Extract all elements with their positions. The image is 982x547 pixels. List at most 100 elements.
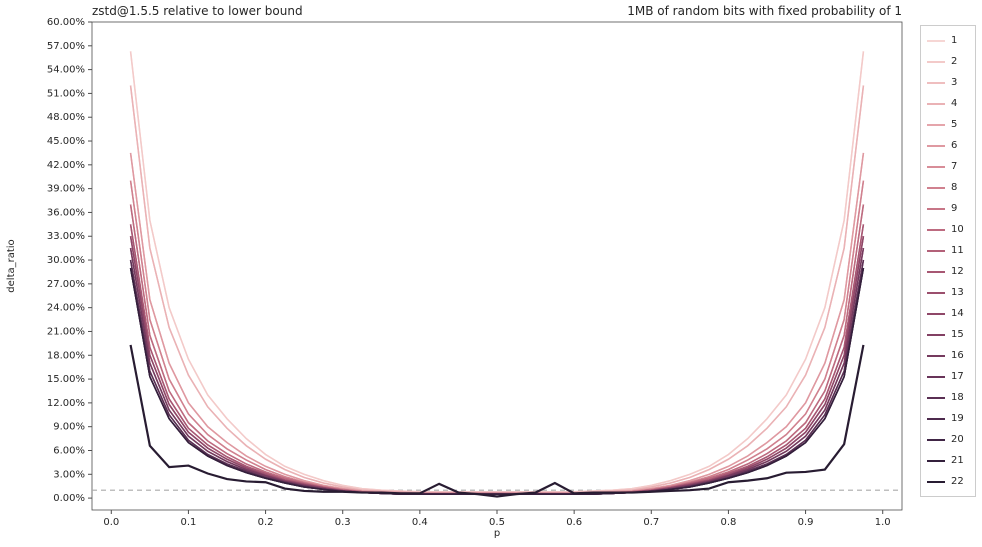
- legend-label: 17: [951, 371, 964, 382]
- y-tick-label: 42.00%: [47, 160, 85, 171]
- legend-label: 2: [951, 56, 957, 67]
- y-tick-label: 48.00%: [47, 112, 85, 123]
- legend-item-16: 16: [927, 345, 969, 366]
- legend-swatch: [927, 187, 945, 189]
- axes-spine: [92, 22, 902, 510]
- x-tick-label: 0.8: [720, 517, 736, 528]
- series-line-17: [131, 260, 864, 494]
- legend-item-5: 5: [927, 114, 969, 135]
- series-line-4: [131, 85, 864, 492]
- x-tick-label: 0.0: [103, 517, 119, 528]
- series-line-7: [131, 181, 864, 494]
- legend-swatch: [927, 313, 945, 315]
- title-right: 1MB of random bits with fixed probabilit…: [627, 4, 902, 18]
- x-ticks: 0.00.10.20.30.40.50.60.70.80.91.0: [103, 510, 890, 528]
- series-line-22: [131, 345, 864, 497]
- legend-item-15: 15: [927, 324, 969, 345]
- legend-swatch: [927, 460, 945, 462]
- legend-item-10: 10: [927, 219, 969, 240]
- legend-item-14: 14: [927, 303, 969, 324]
- axes-area: 0.00.10.20.30.40.50.60.70.80.91.0 0.00%3…: [92, 22, 902, 510]
- series-group: [131, 51, 864, 496]
- legend-label: 4: [951, 98, 957, 109]
- x-tick-label: 1.0: [875, 517, 891, 528]
- legend-item-13: 13: [927, 282, 969, 303]
- titles: zstd@1.5.5 relative to lower bound 1MB o…: [92, 4, 902, 18]
- y-tick-label: 33.00%: [47, 231, 85, 242]
- y-tick-label: 18.00%: [47, 350, 85, 361]
- legend-swatch: [927, 481, 945, 483]
- legend-item-7: 7: [927, 156, 969, 177]
- series-line-14: [131, 236, 864, 494]
- legend-swatch: [927, 250, 945, 252]
- y-tick-label: 30.00%: [47, 255, 85, 266]
- legend-swatch: [927, 61, 945, 63]
- y-tick-label: 51.00%: [47, 88, 85, 99]
- legend-label: 18: [951, 392, 964, 403]
- legend-item-4: 4: [927, 93, 969, 114]
- y-tick-label: 9.00%: [53, 422, 85, 433]
- series-line-9: [131, 205, 864, 494]
- y-tick-label: 21.00%: [47, 326, 85, 337]
- legend-swatch: [927, 397, 945, 399]
- legend-item-9: 9: [927, 198, 969, 219]
- legend-label: 5: [951, 119, 957, 130]
- y-tick-label: 24.00%: [47, 303, 85, 314]
- y-tick-label: 60.00%: [47, 17, 85, 28]
- series-line-18: [131, 260, 864, 494]
- legend-item-11: 11: [927, 240, 969, 261]
- title-left: zstd@1.5.5 relative to lower bound: [92, 4, 303, 18]
- plot-svg: 0.00.10.20.30.40.50.60.70.80.91.0 0.00%3…: [92, 22, 902, 510]
- legend-label: 10: [951, 224, 964, 235]
- y-tick-label: 15.00%: [47, 374, 85, 385]
- legend-label: 15: [951, 329, 964, 340]
- legend-item-21: 21: [927, 450, 969, 471]
- legend-swatch: [927, 355, 945, 357]
- series-line-11: [131, 224, 864, 494]
- y-tick-label: 12.00%: [47, 398, 85, 409]
- x-tick-label: 0.7: [643, 517, 659, 528]
- series-line-6: [131, 153, 864, 493]
- series-line-12: [131, 224, 864, 494]
- y-tick-label: 6.00%: [53, 445, 85, 456]
- legend-item-1: 1: [927, 30, 969, 51]
- y-tick-label: 3.00%: [53, 469, 85, 480]
- legend-item-18: 18: [927, 387, 969, 408]
- x-axis-label: p: [92, 528, 902, 539]
- y-tick-label: 27.00%: [47, 279, 85, 290]
- legend-label: 7: [951, 161, 957, 172]
- legend-label: 21: [951, 455, 964, 466]
- y-axis-label: delta_ratio: [6, 22, 20, 510]
- series-line-5: [131, 153, 864, 493]
- legend-swatch: [927, 166, 945, 168]
- legend-swatch: [927, 292, 945, 294]
- y-tick-label: 36.00%: [47, 207, 85, 218]
- legend-item-2: 2: [927, 51, 969, 72]
- series-line-8: [131, 181, 864, 494]
- legend-swatch: [927, 82, 945, 84]
- legend-swatch: [927, 376, 945, 378]
- legend-label: 22: [951, 476, 964, 487]
- legend-label: 19: [951, 413, 964, 424]
- x-tick-label: 0.5: [489, 517, 505, 528]
- legend-swatch: [927, 124, 945, 126]
- legend-swatch: [927, 103, 945, 105]
- legend-item-3: 3: [927, 72, 969, 93]
- y-tick-label: 0.00%: [53, 493, 85, 504]
- series-line-1: [131, 51, 864, 491]
- x-tick-label: 0.2: [258, 517, 274, 528]
- legend-label: 1: [951, 35, 957, 46]
- legend-item-8: 8: [927, 177, 969, 198]
- legend-swatch: [927, 271, 945, 273]
- legend-label: 14: [951, 308, 964, 319]
- legend-label: 13: [951, 287, 964, 298]
- y-tick-label: 54.00%: [47, 65, 85, 76]
- legend-swatch: [927, 145, 945, 147]
- legend-item-17: 17: [927, 366, 969, 387]
- legend-item-19: 19: [927, 408, 969, 429]
- legend-item-22: 22: [927, 471, 969, 492]
- x-tick-label: 0.4: [412, 517, 428, 528]
- legend-label: 20: [951, 434, 964, 445]
- legend-swatch: [927, 208, 945, 210]
- legend-label: 11: [951, 245, 964, 256]
